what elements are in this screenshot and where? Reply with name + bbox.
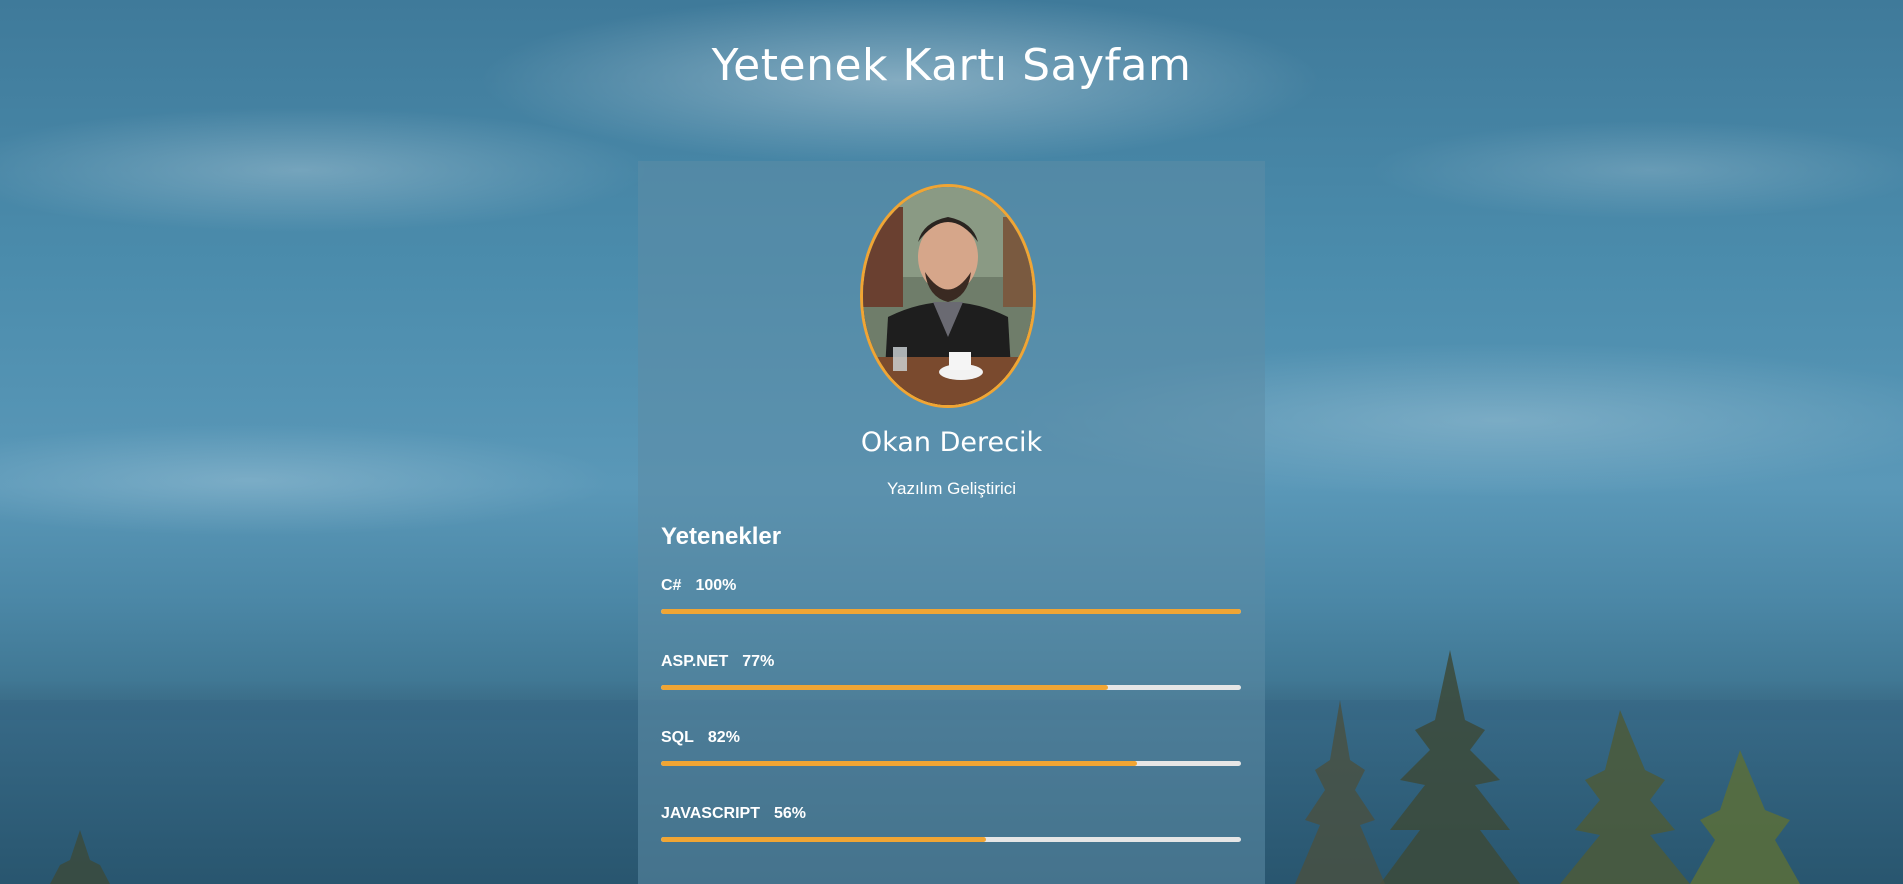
skill-name: ASP.NET bbox=[661, 653, 729, 670]
skill-percent: 56% bbox=[773, 805, 807, 822]
skill-progress-track bbox=[661, 761, 1241, 766]
page-title: Yetenek Kartı Sayfam bbox=[711, 40, 1192, 91]
background-trees bbox=[1295, 650, 1800, 884]
skill-label: ASP.NET 77% bbox=[661, 653, 774, 671]
skill-item-javascript: JAVASCRIPT 56% bbox=[661, 805, 1241, 845]
skill-name: C# bbox=[661, 577, 682, 594]
skill-progress-track bbox=[661, 837, 1241, 842]
skill-name: JAVASCRIPT bbox=[661, 805, 760, 822]
skill-progress-track bbox=[661, 609, 1241, 614]
skill-item-sql: SQL 82% bbox=[661, 729, 1241, 769]
skill-percent: 82% bbox=[707, 729, 740, 746]
skill-item-aspnet: ASP.NET 77% bbox=[661, 653, 1241, 693]
skill-progress-fill bbox=[661, 685, 1108, 690]
skill-progress-track bbox=[661, 685, 1241, 690]
profile-name: Okan Derecik bbox=[860, 427, 1043, 458]
profile-avatar bbox=[860, 184, 1036, 408]
skill-label: JAVASCRIPT 56% bbox=[661, 805, 806, 823]
skill-item-csharp: C# 100% bbox=[661, 577, 1241, 617]
skills-heading: Yetenekler bbox=[661, 523, 782, 550]
skill-progress-fill bbox=[661, 761, 1137, 766]
profile-role: Yazılım Geliştirici bbox=[886, 479, 1017, 498]
skill-card: Okan Derecik Yazılım Geliştirici Yetenek… bbox=[638, 161, 1265, 884]
skill-label: C# 100% bbox=[661, 577, 736, 595]
skill-percent: 77% bbox=[742, 653, 775, 670]
skill-name: SQL bbox=[661, 729, 694, 746]
skill-progress-fill bbox=[661, 609, 1241, 614]
skill-progress-fill bbox=[661, 837, 986, 842]
skill-label: SQL 82% bbox=[661, 729, 740, 747]
skill-percent: 100% bbox=[695, 577, 737, 594]
avatar-photo bbox=[863, 187, 1033, 405]
background-tree-left bbox=[50, 830, 110, 884]
